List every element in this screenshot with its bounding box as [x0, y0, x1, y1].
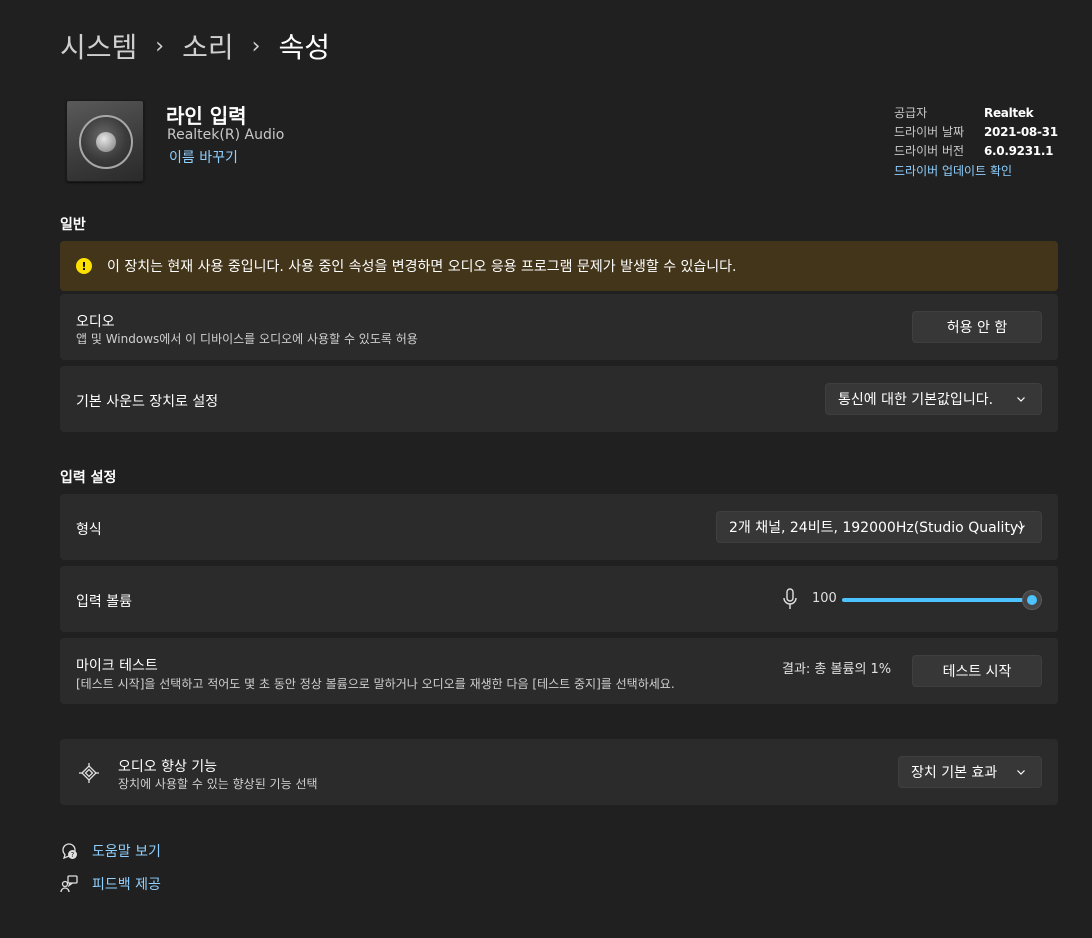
enhancements-card: 오디오 향상 기능 장치에 사용할 수 있는 향상된 기능 선택 장치 기본 효… — [60, 739, 1058, 805]
default-device-title: 기본 사운드 장치로 설정 — [76, 394, 219, 410]
chevron-down-icon — [1017, 770, 1025, 775]
volume-slider-track[interactable] — [842, 598, 1032, 602]
warning-text: 이 장치는 현재 사용 중입니다. 사용 중인 속성을 변경하면 오디오 응용 … — [107, 259, 737, 275]
microphone-icon[interactable] — [782, 588, 798, 610]
input-volume-title: 입력 볼륨 — [76, 594, 132, 610]
driver-info: 공급자 Realtek 드라이버 날짜 2021-08-31 드라이버 버전 6… — [894, 104, 1058, 181]
enhancements-desc: 장치에 사용할 수 있는 향상된 기능 선택 — [118, 777, 318, 791]
chevron-right-icon: › — [251, 33, 261, 59]
section-input-title: 입력 설정 — [60, 470, 117, 486]
breadcrumb-sound[interactable]: 소리 — [182, 26, 234, 66]
driver-update-link[interactable]: 드라이버 업데이트 확인 — [894, 162, 1058, 181]
chevron-right-icon: › — [155, 33, 165, 59]
feedback-link-label: 피드백 제공 — [92, 877, 161, 893]
audio-card: 오디오 앱 및 Windows에서 이 디바이스를 오디오에 사용할 수 있도록… — [60, 294, 1058, 360]
volume-slider-thumb[interactable] — [1022, 590, 1042, 610]
driver-version-value: 6.0.9231.1 — [984, 144, 1054, 158]
format-dropdown-value: 2개 채널, 24비트, 192000Hz(Studio Quality) — [729, 520, 1024, 536]
breadcrumb-system[interactable]: 시스템 — [60, 26, 137, 66]
chevron-down-icon — [1017, 397, 1025, 402]
speaker-device-icon — [66, 100, 144, 182]
enhancements-dropdown-value: 장치 기본 효과 — [911, 765, 998, 781]
disallow-button[interactable]: 허용 안 함 — [912, 311, 1042, 343]
section-general-title: 일반 — [60, 217, 86, 233]
format-dropdown[interactable]: 2개 채널, 24비트, 192000Hz(Studio Quality) — [716, 511, 1042, 543]
warning-banner: ! 이 장치는 현재 사용 중입니다. 사용 중인 속성을 변경하면 오디오 응… — [60, 241, 1058, 291]
enhancements-title: 오디오 향상 기능 — [118, 759, 218, 775]
driver-date-value: 2021-08-31 — [984, 125, 1058, 139]
svg-text:?: ? — [71, 851, 75, 859]
audio-title: 오디오 — [76, 314, 115, 330]
input-volume-card: 입력 볼륨 100 — [60, 566, 1058, 632]
start-test-button[interactable]: 테스트 시작 — [912, 655, 1042, 687]
default-device-dropdown[interactable]: 통신에 대한 기본값입니다. — [825, 383, 1042, 415]
format-title: 형식 — [76, 522, 102, 538]
chevron-down-icon — [1017, 525, 1025, 530]
mic-test-desc: [테스트 시작]을 선택하고 적어도 몇 초 동안 정상 볼륨으로 말하거나 오… — [76, 677, 675, 691]
help-link-label: 도움말 보기 — [92, 844, 161, 860]
help-link[interactable]: ? 도움말 보기 — [60, 841, 161, 861]
default-device-card: 기본 사운드 장치로 설정 통신에 대한 기본값입니다. — [60, 366, 1058, 432]
feedback-icon — [60, 875, 78, 893]
warning-icon: ! — [76, 258, 92, 274]
volume-value: 100 — [812, 591, 837, 606]
audio-desc: 앱 및 Windows에서 이 디바이스를 오디오에 사용할 수 있도록 허용 — [76, 332, 418, 346]
breadcrumb: 시스템 › 소리 › 속성 — [60, 26, 330, 66]
enhancements-dropdown[interactable]: 장치 기본 효과 — [898, 756, 1042, 788]
mic-test-title: 마이크 테스트 — [76, 658, 158, 674]
device-name: 라인 입력 — [166, 104, 247, 128]
mic-test-card: 마이크 테스트 [테스트 시작]을 선택하고 적어도 몇 초 동안 정상 볼륨으… — [60, 638, 1058, 704]
default-device-dropdown-value: 통신에 대한 기본값입니다. — [838, 392, 994, 408]
rename-link[interactable]: 이름 바꾸기 — [169, 147, 238, 167]
device-subtitle: Realtek(R) Audio — [167, 127, 285, 143]
provider-value: Realtek — [984, 106, 1034, 120]
format-card: 형식 2개 채널, 24비트, 192000Hz(Studio Quality) — [60, 494, 1058, 560]
driver-version-label: 드라이버 버전 — [894, 144, 965, 158]
audio-enhancements-icon — [79, 763, 99, 783]
mic-test-result: 결과: 총 볼륨의 1% — [782, 662, 892, 677]
help-icon: ? — [62, 843, 77, 860]
provider-label: 공급자 — [894, 106, 928, 120]
feedback-link[interactable]: 피드백 제공 — [60, 874, 161, 894]
page-title: 속성 — [278, 31, 330, 64]
driver-date-label: 드라이버 날짜 — [894, 125, 965, 139]
